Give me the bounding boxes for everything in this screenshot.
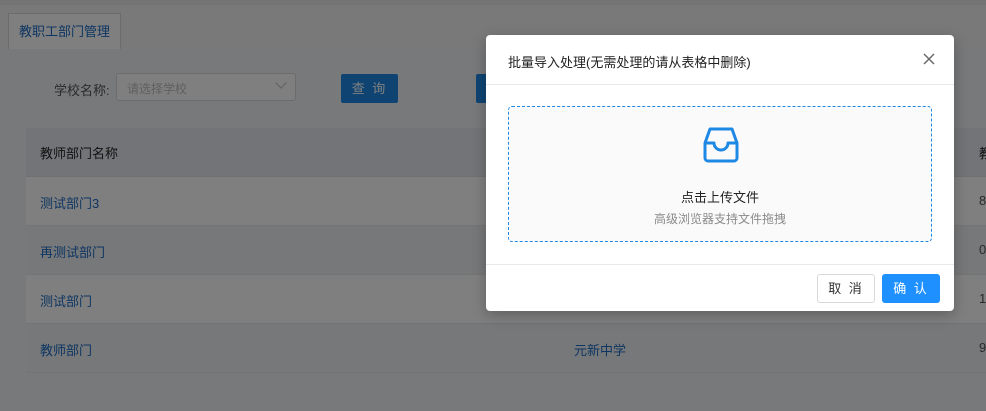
modal-header: 批量导入处理(无需处理的请从表格中删除) [486,35,954,85]
upload-dropzone[interactable]: 点击上传文件 高级浏览器支持文件拖拽 [508,106,932,242]
cancel-button[interactable]: 取 消 [817,274,875,303]
modal-title: 批量导入处理(无需处理的请从表格中删除) [508,55,751,70]
inbox-icon [703,127,739,163]
upload-hint: 高级浏览器支持文件拖拽 [653,212,786,226]
modal-footer-divider [486,264,954,265]
upload-text: 点击上传文件 [680,190,759,205]
confirm-button[interactable]: 确 认 [882,274,940,303]
import-modal: 批量导入处理(无需处理的请从表格中删除) 点击上传文件 高级浏览器支持文件拖拽 … [486,35,954,311]
close-icon[interactable] [922,52,936,66]
